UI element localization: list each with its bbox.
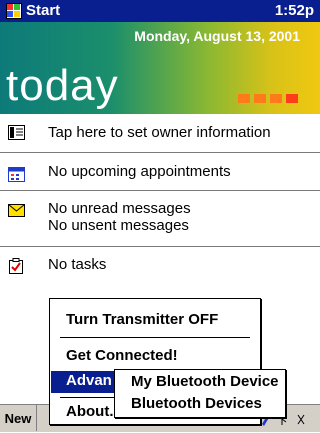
- task-check-icon: [8, 258, 25, 274]
- color-squares: [234, 90, 298, 108]
- unread-messages-text: No unread messages: [48, 200, 191, 217]
- calendar-icon: [8, 167, 25, 182]
- messages-item[interactable]: No unread messages No unsent messages: [0, 194, 320, 242]
- advanced-item[interactable]: Advan: [66, 372, 112, 389]
- appointments-text: No upcoming appointments: [48, 163, 231, 180]
- today-banner[interactable]: Monday, August 13, 2001 today: [0, 22, 320, 114]
- envelope-icon: [8, 203, 25, 218]
- appointments-item[interactable]: No upcoming appointments: [0, 156, 320, 184]
- owner-card-icon: [8, 125, 25, 140]
- unsent-messages-text: No unsent messages: [48, 217, 189, 234]
- title-bar: Start 1:52p: [0, 0, 320, 22]
- divider: [0, 246, 320, 247]
- square: [238, 94, 250, 103]
- owner-info-item[interactable]: Tap here to set owner information: [0, 118, 320, 148]
- owner-info-text: Tap here to set owner information: [48, 124, 271, 141]
- date-label: Monday, August 13, 2001: [134, 28, 300, 44]
- today-label: today: [6, 61, 119, 110]
- square: [286, 94, 298, 103]
- get-connected-item[interactable]: Get Connected!: [66, 347, 178, 364]
- divider: [0, 152, 320, 153]
- tasks-item[interactable]: No tasks: [0, 250, 320, 280]
- turn-transmitter-off-item[interactable]: Turn Transmitter OFF: [66, 311, 218, 328]
- bluetooth-devices-item[interactable]: Bluetooth Devices: [131, 395, 262, 412]
- clock[interactable]: 1:52p: [275, 2, 314, 19]
- new-button[interactable]: New: [0, 405, 37, 431]
- tasks-text: No tasks: [48, 256, 107, 273]
- divider: [0, 190, 320, 191]
- windows-logo-icon[interactable]: [6, 3, 22, 19]
- start-title[interactable]: Start: [26, 2, 60, 19]
- square: [254, 94, 266, 103]
- advanced-submenu: My Bluetooth Device Bluetooth Devices: [114, 369, 286, 418]
- my-bluetooth-device-item[interactable]: My Bluetooth Device: [131, 373, 279, 390]
- square: [270, 94, 282, 103]
- menu-separator: [60, 337, 250, 338]
